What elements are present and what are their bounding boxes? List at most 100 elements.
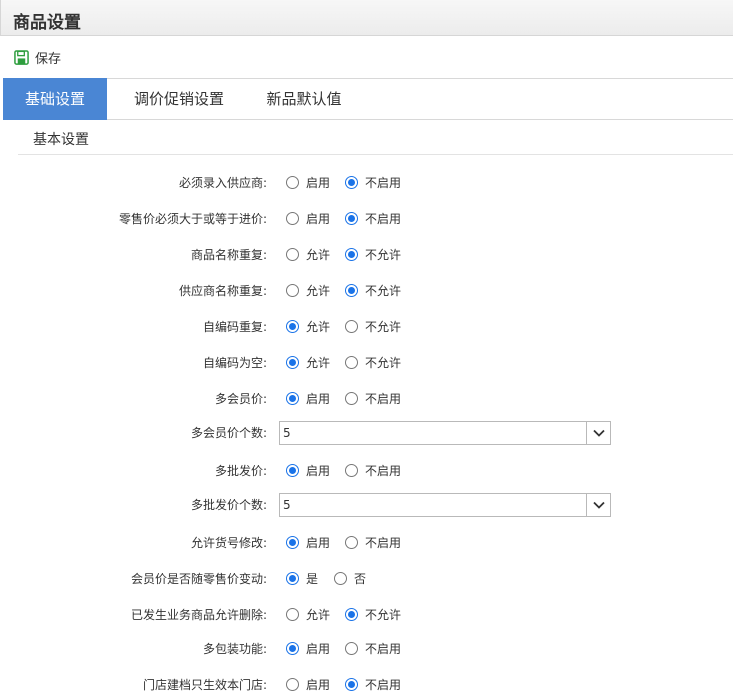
setting-option-label[interactable]: 启用	[306, 534, 330, 551]
setting-radio[interactable]	[286, 284, 299, 297]
setting-row: 供应商名称重复: 允许 不允许	[0, 278, 733, 302]
setting-label: 允许货号修改:	[190, 536, 267, 550]
setting-option-label[interactable]: 不启用	[365, 462, 401, 479]
save-icon	[14, 49, 29, 65]
setting-radio[interactable]	[286, 212, 299, 225]
setting-label: 商品名称重复:	[190, 248, 267, 262]
setting-row: 零售价必须大于或等于进价: 启用 不启用	[0, 206, 733, 230]
setting-radio[interactable]	[286, 678, 299, 691]
setting-option-label[interactable]: 否	[354, 570, 366, 587]
section-title: 基本设置	[33, 132, 89, 148]
setting-option-label[interactable]: 启用	[306, 390, 330, 407]
setting-option-label[interactable]: 允许	[306, 606, 330, 623]
setting-radio[interactable]	[286, 642, 299, 655]
save-label: 保存	[35, 51, 62, 67]
setting-option-label[interactable]: 不启用	[365, 676, 401, 693]
setting-label: 多批发价:	[214, 464, 267, 478]
setting-radio[interactable]	[345, 320, 358, 333]
setting-radio[interactable]	[286, 356, 299, 369]
setting-label: 多包装功能:	[202, 642, 267, 656]
setting-option-label[interactable]: 允许	[306, 246, 330, 263]
setting-label: 必须录入供应商:	[178, 176, 267, 190]
setting-radio[interactable]	[345, 176, 358, 189]
setting-option-label[interactable]: 不允许	[365, 246, 401, 263]
setting-option-label[interactable]: 不启用	[365, 210, 401, 227]
setting-radio[interactable]	[286, 608, 299, 621]
setting-row: 多包装功能: 启用 不启用	[0, 636, 733, 660]
setting-radio[interactable]	[345, 284, 358, 297]
setting-row: 多会员价: 启用 不启用	[0, 386, 733, 410]
setting-radio[interactable]	[345, 642, 358, 655]
setting-row: 多批发价: 启用 不启用	[0, 458, 733, 482]
setting-label: 自编码重复:	[202, 320, 267, 334]
setting-radio[interactable]	[345, 608, 358, 621]
setting-option-label[interactable]: 允许	[306, 282, 330, 299]
setting-radio[interactable]	[286, 320, 299, 333]
tab-basic-settings[interactable]: 基础设置	[3, 78, 107, 120]
setting-label: 供应商名称重复:	[178, 284, 267, 298]
setting-option-label[interactable]: 不允许	[365, 282, 401, 299]
setting-radio[interactable]	[345, 356, 358, 369]
setting-label: 门店建档只生效本门店:	[142, 678, 267, 692]
setting-count-select[interactable]: 5	[279, 493, 611, 517]
setting-option-label[interactable]: 启用	[306, 210, 330, 227]
setting-label: 自编码为空:	[202, 356, 267, 370]
setting-label: 会员价是否随零售价变动:	[130, 572, 267, 586]
setting-option-label[interactable]: 启用	[306, 676, 330, 693]
setting-option-label[interactable]: 不允许	[365, 318, 401, 335]
chevron-down-icon[interactable]	[586, 422, 610, 444]
setting-radio[interactable]	[345, 536, 358, 549]
setting-row: 自编码为空: 允许 不允许	[0, 350, 733, 374]
setting-radio[interactable]	[345, 392, 358, 405]
setting-option-label[interactable]: 允许	[306, 354, 330, 371]
setting-option-label[interactable]: 不启用	[365, 640, 401, 657]
setting-label: 已发生业务商品允许删除:	[130, 608, 267, 622]
section-divider	[18, 154, 733, 155]
setting-row: 允许货号修改: 启用 不启用	[0, 530, 733, 554]
setting-radio[interactable]	[286, 248, 299, 261]
setting-row: 会员价是否随零售价变动: 是 否	[0, 566, 733, 590]
tab-price-promotion-settings[interactable]: 调价促销设置	[115, 78, 243, 120]
tab-new-product-defaults[interactable]: 新品默认值	[251, 78, 357, 120]
setting-option-label[interactable]: 启用	[306, 462, 330, 479]
page-title: 商品设置	[13, 13, 81, 33]
setting-radio[interactable]	[345, 248, 358, 261]
setting-option-label[interactable]: 不启用	[365, 174, 401, 191]
setting-option-label[interactable]: 不允许	[365, 354, 401, 371]
setting-option-label[interactable]: 不启用	[365, 534, 401, 551]
setting-radio[interactable]	[345, 464, 358, 477]
setting-row: 必须录入供应商: 启用 不启用	[0, 170, 733, 194]
setting-radio[interactable]	[334, 572, 347, 585]
title-bar: 商品设置	[0, 0, 733, 36]
setting-row: 多批发价个数: 5	[0, 492, 733, 517]
setting-row: 商品名称重复: 允许 不允许	[0, 242, 733, 266]
setting-option-label[interactable]: 启用	[306, 174, 330, 191]
setting-label: 多会员价个数:	[190, 426, 267, 440]
setting-option-label[interactable]: 不启用	[365, 390, 401, 407]
chevron-down-icon[interactable]	[586, 494, 610, 516]
toolbar: 保存	[0, 37, 733, 77]
setting-radio[interactable]	[286, 464, 299, 477]
setting-option-label[interactable]: 允许	[306, 318, 330, 335]
select-value: 5	[283, 498, 291, 512]
setting-option-label[interactable]: 不允许	[365, 606, 401, 623]
setting-label: 多会员价:	[214, 392, 267, 406]
setting-radio[interactable]	[345, 678, 358, 691]
save-button[interactable]: 保存	[14, 47, 61, 67]
setting-radio[interactable]	[286, 536, 299, 549]
setting-radio[interactable]	[286, 572, 299, 585]
setting-row: 自编码重复: 允许 不允许	[0, 314, 733, 338]
setting-row: 已发生业务商品允许删除: 允许 不允许	[0, 602, 733, 626]
setting-count-select[interactable]: 5	[279, 421, 611, 445]
setting-label: 多批发价个数:	[190, 498, 267, 512]
setting-label: 零售价必须大于或等于进价:	[118, 212, 267, 226]
setting-radio[interactable]	[286, 176, 299, 189]
tab-bar: 基础设置 调价促销设置 新品默认值	[3, 78, 733, 120]
setting-row: 多会员价个数: 5	[0, 420, 733, 445]
select-value: 5	[283, 426, 291, 440]
setting-option-label[interactable]: 启用	[306, 640, 330, 657]
setting-row: 门店建档只生效本门店: 启用 不启用	[0, 672, 733, 696]
setting-radio[interactable]	[286, 392, 299, 405]
setting-radio[interactable]	[345, 212, 358, 225]
setting-option-label[interactable]: 是	[306, 570, 318, 587]
